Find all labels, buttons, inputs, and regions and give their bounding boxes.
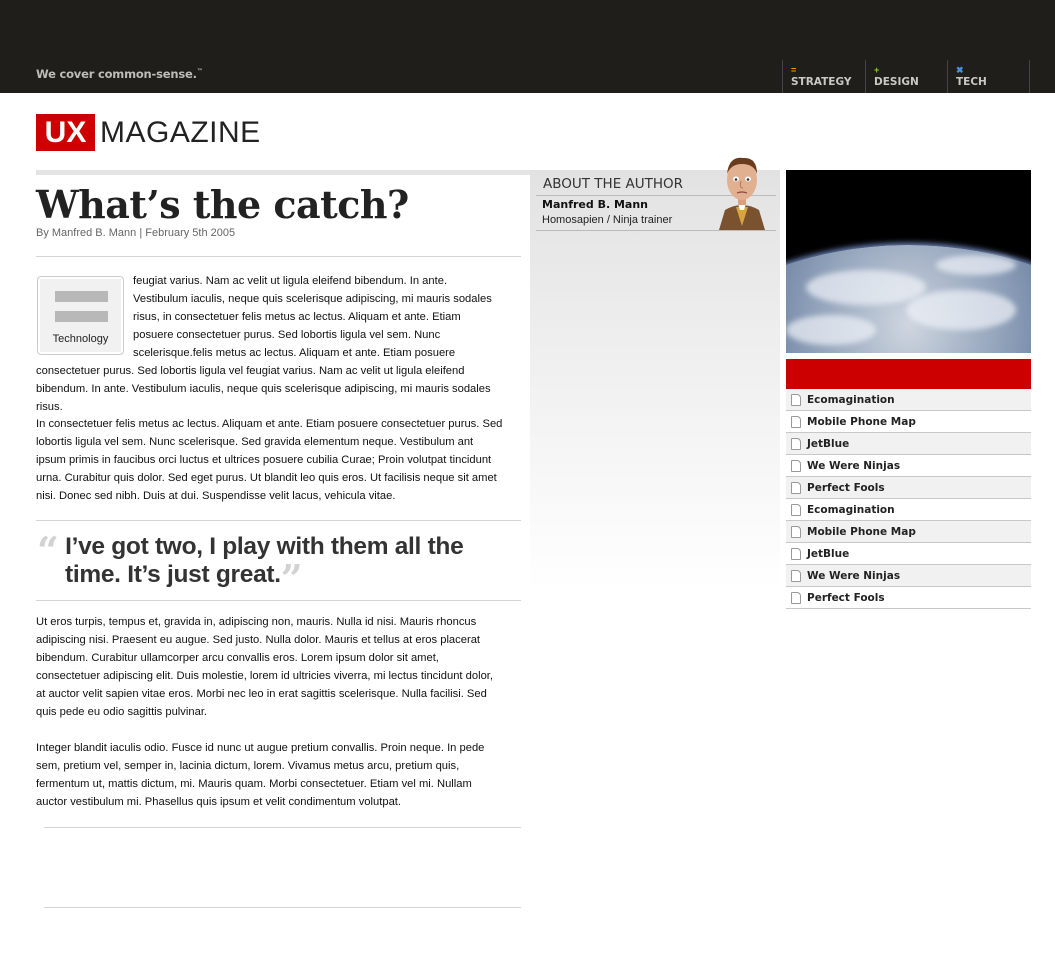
sidebar-link[interactable]: Perfect Fools: [786, 587, 1031, 609]
document-icon: [791, 525, 801, 538]
nav-label: TECH: [956, 76, 987, 88]
logo-magazine: MAGAZINE: [100, 115, 261, 149]
link-label: We Were Ninjas: [807, 569, 901, 582]
document-icon: [791, 481, 801, 494]
sidebar-link[interactable]: We Were Ninjas: [786, 455, 1031, 477]
sidebar-link[interactable]: Perfect Fools: [786, 477, 1031, 499]
equals-icon: =: [791, 65, 797, 75]
sidebar-link-list: Ecomagination Mobile Phone Map JetBlue W…: [786, 389, 1031, 609]
link-label: Ecomagination: [807, 503, 895, 516]
nav-strategy[interactable]: = STRATEGY: [782, 60, 865, 93]
sidebar-link[interactable]: JetBlue: [786, 543, 1031, 565]
author-avatar: [719, 157, 765, 230]
link-label: We Were Ninjas: [807, 459, 901, 472]
plus-icon: +: [874, 65, 880, 75]
divider: [44, 907, 521, 908]
document-icon: [791, 437, 801, 450]
pullquote: “ I’ve got two, I play with them all the…: [37, 532, 507, 598]
divider: [44, 827, 521, 828]
document-icon: [791, 415, 801, 428]
link-label: Perfect Fools: [807, 481, 885, 494]
sidebar-link[interactable]: We Were Ninjas: [786, 565, 1031, 587]
category-icon-bar: [55, 291, 108, 302]
trademark: ™: [196, 68, 203, 76]
divider: [36, 520, 521, 521]
link-label: Mobile Phone Map: [807, 525, 916, 538]
author-heading: ABOUT THE AUTHOR: [543, 176, 684, 192]
article-top-rule: [36, 170, 530, 175]
link-label: Mobile Phone Map: [807, 415, 916, 428]
nav-tech[interactable]: ✖ TECH: [947, 60, 1030, 93]
close-quote-icon: ”: [280, 556, 303, 601]
document-icon: [791, 547, 801, 560]
nav-design[interactable]: + DESIGN: [865, 60, 948, 93]
tagline: We cover common-sense.™: [36, 67, 203, 81]
link-label: JetBlue: [807, 547, 850, 560]
sidebar-link[interactable]: Mobile Phone Map: [786, 521, 1031, 543]
document-icon: [791, 393, 801, 406]
author-role: Homosapien / Ninja trainer: [542, 214, 673, 226]
article-title: What’s the catch?: [36, 182, 409, 227]
category-icon-bar: [55, 311, 108, 322]
divider: [36, 256, 521, 257]
x-icon: ✖: [956, 65, 964, 75]
nav-label: DESIGN: [874, 76, 919, 88]
document-icon: [791, 591, 801, 604]
earth-image: [786, 170, 1031, 353]
category-label: Technology: [52, 333, 109, 345]
document-icon: [791, 459, 801, 472]
pullquote-text: I’ve got two, I play with them all the t…: [65, 533, 464, 588]
tagline-text: We cover common-sense.: [36, 67, 197, 81]
ux-magazine-logo[interactable]: UX MAGAZINE: [36, 114, 261, 151]
author-name[interactable]: Manfred B. Mann: [542, 198, 648, 211]
link-label: JetBlue: [807, 437, 850, 450]
link-label: Perfect Fools: [807, 591, 885, 604]
sidebar-link[interactable]: Ecomagination: [786, 499, 1031, 521]
paragraph: Integer blandit iaculis odio. Fusce id n…: [36, 742, 485, 808]
open-quote-icon: “: [37, 528, 59, 573]
paragraph: Ut eros turpis, tempus et, gravida in, a…: [36, 616, 494, 718]
sidebar-header-bar: [786, 359, 1031, 389]
top-bar: We cover common-sense.™ = STRATEGY + DESIG…: [0, 0, 1055, 93]
sidebar-link[interactable]: Mobile Phone Map: [786, 411, 1031, 433]
document-icon: [791, 503, 801, 516]
byline: By Manfred B. Mann | February 5th 2005: [36, 227, 236, 239]
sidebar-link[interactable]: JetBlue: [786, 433, 1031, 455]
about-the-author: ABOUT THE AUTHOR Manfred B. Mann Homosap…: [530, 170, 780, 590]
paragraph: In consectetuer felis metus ac lectus. A…: [36, 418, 503, 502]
link-label: Ecomagination: [807, 393, 895, 406]
logo-ux: UX: [36, 114, 95, 151]
nav-label: STRATEGY: [791, 76, 852, 88]
category-badge[interactable]: Technology: [37, 276, 124, 355]
divider: [36, 600, 521, 601]
document-icon: [791, 569, 801, 582]
sidebar-link[interactable]: Ecomagination: [786, 389, 1031, 411]
